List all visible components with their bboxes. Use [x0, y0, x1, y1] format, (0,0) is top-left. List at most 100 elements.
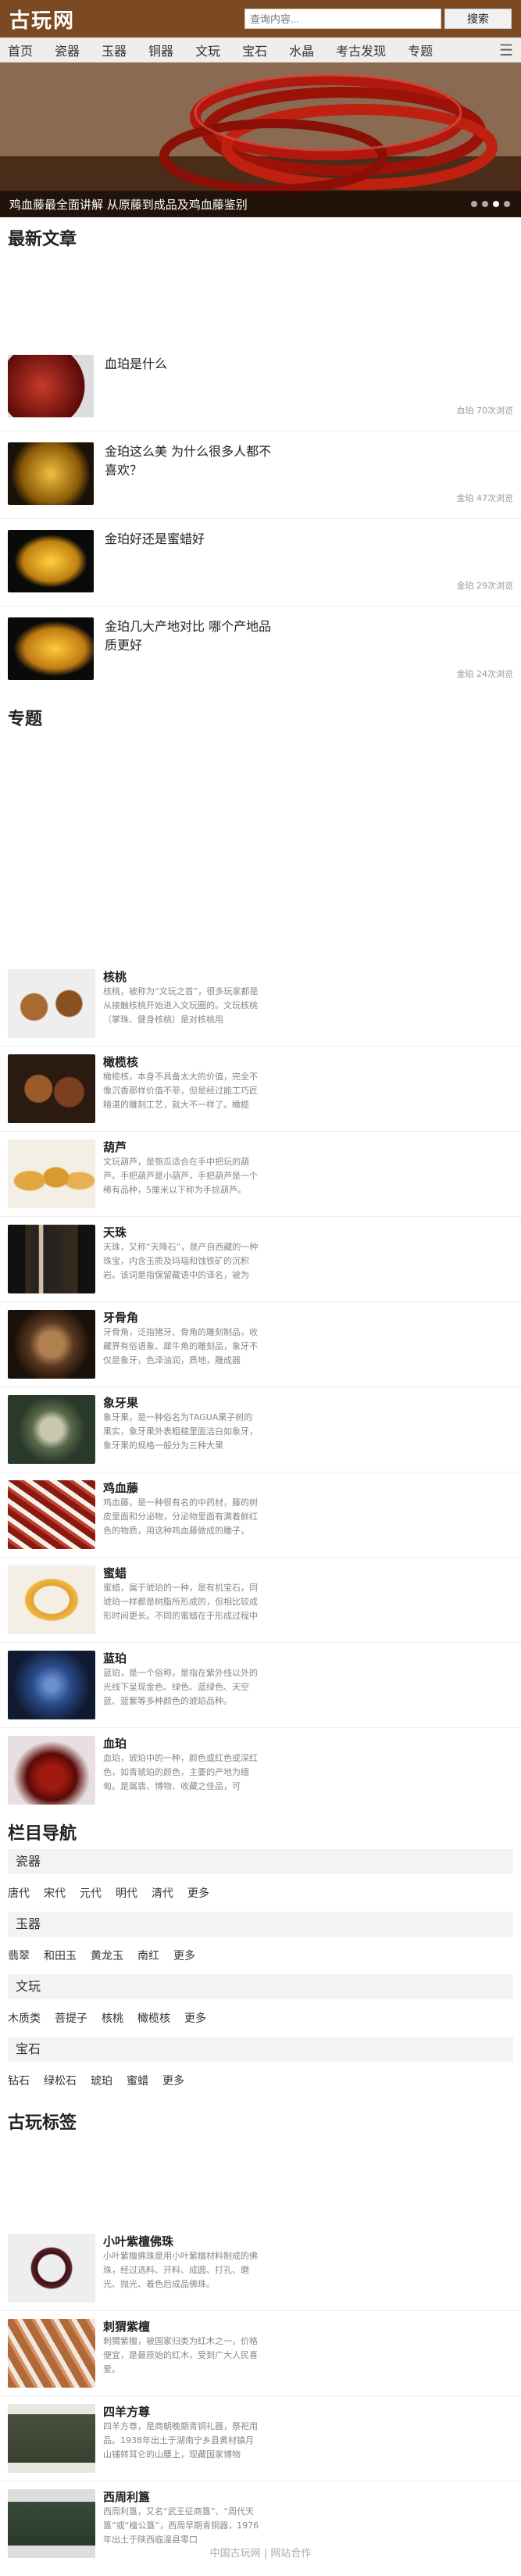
tag-item[interactable]: 刺猬紫檀 刺猬紫檀，被国家归类为红木之一，价格便宜，是最原始的红木，受到广大人民喜…	[0, 2311, 521, 2396]
tag-name[interactable]: 刺猬紫檀	[103, 2319, 259, 2334]
topic-name[interactable]: 葫芦	[103, 1140, 259, 1155]
top-bar: 古玩网 搜索	[0, 0, 521, 38]
column-link[interactable]: 菩提子	[55, 2010, 87, 2026]
tag-name[interactable]: 西周利簋	[103, 2489, 259, 2505]
column-head[interactable]: 瓷器	[8, 1849, 513, 1874]
article-title[interactable]: 金珀这么美 为什么很多人都不喜欢？	[105, 442, 277, 480]
article-thumbnail	[8, 617, 94, 680]
tag-name[interactable]: 小叶紫檀佛珠	[103, 2234, 259, 2249]
banner-dot-active[interactable]	[493, 201, 499, 207]
tag-item[interactable]: 小叶紫檀佛珠 小叶紫檀佛珠是用小叶紫檀材料制成的佛珠，经过选料、开料、成圆、打孔、…	[0, 2226, 521, 2311]
topic-desc: 橄榄核，本身不具备太大的价值，完全不像沉香那样价值不菲，但是经过能工巧匠精湛的雕…	[103, 1072, 258, 1110]
column-link[interactable]: 宋代	[44, 1885, 66, 1901]
nav-item-wenwan[interactable]: 文玩	[195, 41, 220, 59]
column-link[interactable]: 核桃	[102, 2010, 123, 2026]
column-link[interactable]: 元代	[80, 1885, 102, 1901]
column-link-more[interactable]: 更多	[187, 1885, 209, 1901]
article-item[interactable]: 血珀是什么 血珀 70次浏览	[0, 344, 521, 431]
article-title[interactable]: 血珀是什么	[105, 355, 277, 374]
column-link[interactable]: 橄榄核	[137, 2010, 170, 2026]
tag-image	[8, 2319, 95, 2388]
column-link-more[interactable]: 更多	[184, 2010, 206, 2026]
tag-name[interactable]: 四羊方尊	[103, 2404, 259, 2420]
column-head[interactable]: 文玩	[8, 1974, 513, 1999]
tag-body: 小叶紫檀佛珠 小叶紫檀佛珠是用小叶紫檀材料制成的佛珠，经过选料、开料、成圆、打孔、…	[103, 2234, 259, 2302]
topic-item[interactable]: 牙骨角 牙骨角，泛指猪牙、骨角的雕刻制品，收藏界有俗语象、犀牛角的雕刻品，象牙不仅…	[0, 1302, 521, 1387]
column-link[interactable]: 明代	[116, 1885, 137, 1901]
footer[interactable]: 中国古玩网 | 网站合作	[0, 2545, 521, 2560]
topic-name[interactable]: 核桃	[103, 969, 259, 985]
column-link[interactable]: 清代	[152, 1885, 173, 1901]
article-thumbnail	[8, 355, 94, 417]
column-link[interactable]: 和田玉	[44, 1948, 77, 1963]
nav-item-crystal[interactable]: 水晶	[289, 41, 314, 59]
search-input[interactable]	[244, 9, 441, 29]
topic-image	[8, 1140, 95, 1208]
topic-body: 血珀血珀，琥珀中的一种，颜色或红色或深红色，如青琥珀的颜色，主要的产地为缅甸。是…	[103, 1736, 259, 1805]
topic-name[interactable]: 牙骨角	[103, 1310, 259, 1326]
topic-image	[8, 1651, 95, 1719]
banner-dots	[471, 201, 510, 207]
article-title[interactable]: 金珀几大产地对比 哪个产地品质更好	[105, 617, 277, 655]
nav-item-bronze[interactable]: 铜器	[148, 41, 173, 59]
topic-name[interactable]: 血珀	[103, 1736, 259, 1751]
topic-desc: 天珠，又称“天降石”，是产自西藏的一种珠宝，内含玉质及玛瑙和蚀铁矿的沉积岩。该词…	[103, 1242, 259, 1280]
article-title[interactable]: 金珀好还是蜜蜡好	[105, 530, 277, 549]
topic-item[interactable]: 蓝珀 蓝珀，是一个俗称，是指在紫外线以外的光线下呈现金色、绿色、蓝绿色、天空蓝、蓝…	[0, 1643, 521, 1728]
banner-caption[interactable]: 鸡血藤最全面讲解 从原藤到成品及鸡血藤鉴别	[0, 191, 521, 217]
nav-item-gemstone[interactable]: 宝石	[242, 41, 267, 59]
nav-item-topics[interactable]: 专题	[408, 41, 433, 59]
topic-item[interactable]: 血珀血珀，琥珀中的一种，颜色或红色或深红色，如青琥珀的颜色，主要的产地为缅甸。是…	[0, 1728, 521, 1813]
topic-desc: 血珀，琥珀中的一种，颜色或红色或深红色，如青琥珀的颜色，主要的产地为缅甸。是属翡…	[103, 1753, 258, 1791]
nav-item-archaeology[interactable]: 考古发现	[336, 41, 386, 59]
column-link[interactable]: 翡翠	[8, 1948, 30, 1963]
topic-item[interactable]: 天珠天珠，又称“天降石”，是产自西藏的一种珠宝，内含玉质及玛瑙和蚀铁矿的沉积岩。…	[0, 1217, 521, 1302]
article-item[interactable]: 金珀几大产地对比 哪个产地品质更好 金珀 24次浏览	[0, 606, 521, 694]
banner-slider[interactable]: 鸡血藤最全面讲解 从原藤到成品及鸡血藤鉴别	[0, 63, 521, 217]
topic-name[interactable]: 蓝珀	[103, 1651, 259, 1666]
tag-item[interactable]: 四羊方尊 四羊方尊，是商朝晚期青铜礼器，祭祀用品。1938年出土于湖南宁乡县黄材镇…	[0, 2396, 521, 2481]
banner-dot[interactable]	[471, 201, 477, 207]
nav-item-jade[interactable]: 玉器	[102, 41, 127, 59]
article-item[interactable]: 金珀好还是蜜蜡好 金珀 29次浏览	[0, 519, 521, 606]
nav-item-porcelain[interactable]: 瓷器	[55, 41, 80, 59]
topic-item[interactable]: 蜜蜡 蜜蜡，属于琥珀的一种，是有机宝石，同琥珀一样都是树脂所形成的，但相比较成形时…	[0, 1558, 521, 1643]
column-link[interactable]: 绿松石	[44, 2073, 77, 2088]
tag-image	[8, 2234, 95, 2302]
column-link[interactable]: 南红	[137, 1948, 159, 1963]
topic-item[interactable]: 核桃 核桃，被称为“文玩之首”，很多玩家都是从接触核桃开始进入文玩圈的。文玩核桃（…	[0, 961, 521, 1046]
topic-item[interactable]: 葫芦 文玩葫芦，是匏瓜适合在手中把玩的葫芦。手把葫芦是小葫芦，手把葫芦是一个稀有品…	[0, 1132, 521, 1217]
column-link-more[interactable]: 更多	[162, 2073, 184, 2088]
column-link[interactable]: 钻石	[8, 2073, 30, 2088]
column-link[interactable]: 琥珀	[91, 2073, 112, 2088]
topic-name[interactable]: 橄榄核	[103, 1054, 259, 1070]
column-link-more[interactable]: 更多	[173, 1948, 195, 1963]
site-logo[interactable]: 古玩网	[9, 5, 75, 34]
column-link[interactable]: 黄龙玉	[91, 1948, 123, 1963]
column-head[interactable]: 宝石	[8, 2037, 513, 2062]
column-link[interactable]: 唐代	[8, 1885, 30, 1901]
topic-item[interactable]: 象牙果 象牙果，是一种俗名为TAGUA果子树的果实，象牙果外表粗糙里面洁白如象牙，…	[0, 1387, 521, 1472]
topic-image	[8, 1565, 95, 1634]
topic-name[interactable]: 蜜蜡	[103, 1565, 259, 1581]
topics-list: 核桃 核桃，被称为“文玩之首”，很多玩家都是从接触核桃开始进入文玩圈的。文玩核桃（…	[0, 961, 521, 1813]
column-link[interactable]: 蜜蜡	[127, 2073, 148, 2088]
column-head[interactable]: 玉器	[8, 1912, 513, 1937]
search-button[interactable]: 搜索	[444, 9, 512, 29]
topic-item[interactable]: 橄榄核橄榄核，本身不具备太大的价值，完全不像沉香那样价值不菲，但是经过能工巧匠精…	[0, 1046, 521, 1132]
banner-dot[interactable]	[504, 201, 510, 207]
topic-name[interactable]: 象牙果	[103, 1395, 259, 1411]
menu-icon[interactable]: ☰	[499, 41, 513, 59]
main-nav: 首页 瓷器 玉器 铜器 文玩 宝石 水晶 考古发现 专题 ☰	[0, 38, 521, 63]
article-body: 金珀这么美 为什么很多人都不喜欢？ 金珀 47次浏览	[105, 442, 513, 507]
column-nav-title: 栏目导航	[8, 1824, 77, 1844]
column-link[interactable]: 木质类	[8, 2010, 41, 2026]
banner-dot[interactable]	[482, 201, 488, 207]
tag-body: 四羊方尊 四羊方尊，是商朝晚期青铜礼器，祭祀用品。1938年出土于湖南宁乡县黄材镇…	[103, 2404, 259, 2473]
search-box: 搜索	[244, 9, 512, 29]
article-item[interactable]: 金珀这么美 为什么很多人都不喜欢？ 金珀 47次浏览	[0, 431, 521, 519]
nav-item-home[interactable]: 首页	[8, 41, 33, 59]
topic-name[interactable]: 天珠	[103, 1225, 259, 1240]
topic-name[interactable]: 鸡血藤	[103, 1480, 259, 1496]
topic-item[interactable]: 鸡血藤 鸡血藤，是一种很有名的中药材，藤的树皮里面和分泌物，分泌物里面有满着鲜红色…	[0, 1472, 521, 1558]
